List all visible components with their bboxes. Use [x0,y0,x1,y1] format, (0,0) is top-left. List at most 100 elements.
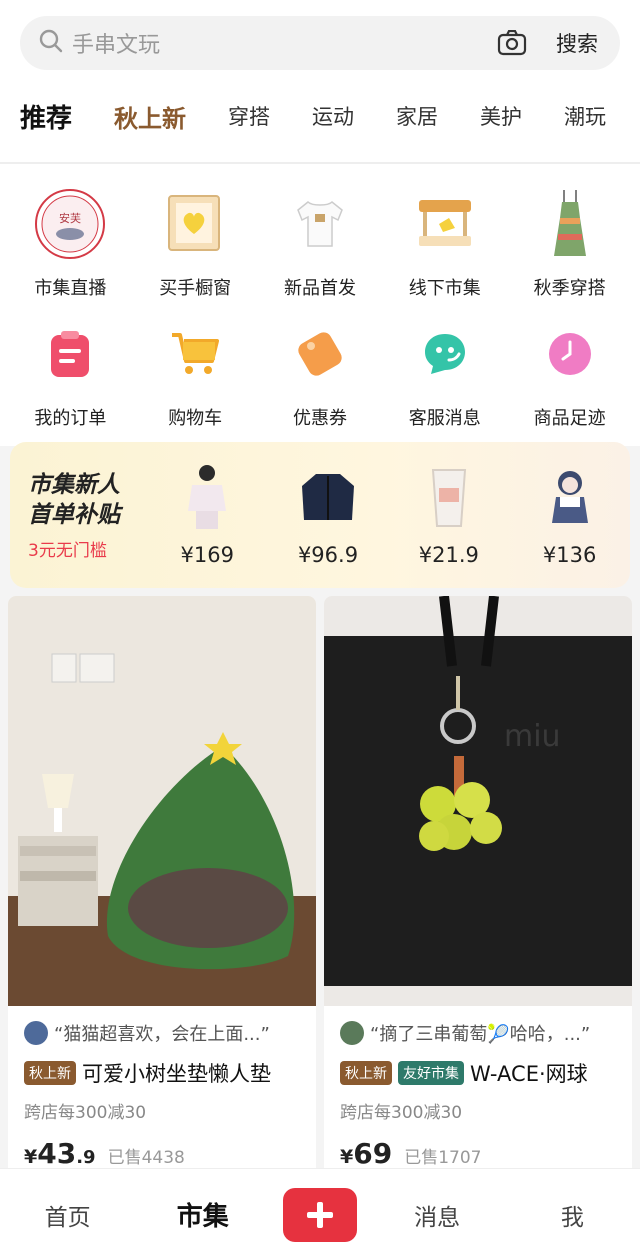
banner-line3: 3元无门槛 [28,540,107,561]
autumn-new-tag: 秋上新 [24,1061,76,1085]
buyer-quote: “摘了三串葡萄🎾哈哈，...” [340,1020,616,1046]
quote-text: “摘了三串葡萄🎾哈哈，...” [370,1024,591,1045]
product-info: “猫猫超喜欢，会在上面...” 秋上新 可爱小树坐垫懒人垫 跨店每300减30 … [8,1006,316,1176]
shortcut-label: 买手橱窗 [159,278,232,299]
banner-price: ¥136 [542,543,597,567]
coupon-icon [282,316,358,392]
newcomer-banner[interactable]: 市集新人 首单补贴 3元无门槛 ¥169 ¥96.9 ¥21.9 ¥136 [10,442,630,588]
shortcut-orders[interactable]: 我的订单 [8,316,133,446]
bottom-nav: 首页 市集 消息 我 [0,1168,640,1260]
tab-outfit[interactable]: 穿搭 [228,101,270,131]
shortcut-label: 优惠券 [292,408,347,429]
order-clipboard-icon [32,316,108,392]
currency-symbol: ¥ [24,1146,38,1168]
banner-line1: 市集新人 [28,471,120,498]
doll-icon [535,463,605,533]
app-page: 手串文玩 搜索 推荐 秋上新 穿搭 运动 家居 美护 潮玩 安芙 市集直播 买手… [0,0,640,1260]
jacket-icon [293,463,363,533]
price-main: 69 [353,1137,393,1170]
svg-text:安芙: 安芙 [59,211,81,225]
top-bar: 手串文玩 搜索 推荐 秋上新 穿搭 运动 家居 美护 潮玩 [0,0,640,162]
search-input[interactable]: 手串文玩 [72,27,494,59]
product-title: W-ACE·网球 [470,1062,588,1086]
title-row: 秋上新 友好市集 W-ACE·网球 [340,1058,616,1088]
tshirt-icon [282,186,358,262]
shortcut-cart[interactable]: 购物车 [133,316,258,446]
hoodie-figure-icon [172,463,242,533]
tab-home[interactable]: 家居 [396,101,438,131]
heart-showcase-icon [157,186,233,262]
camera-icon[interactable] [494,25,530,61]
price-decimal: .9 [76,1147,96,1168]
category-tabs: 推荐 秋上新 穿搭 运动 家居 美护 潮玩 [0,70,640,162]
price-row: ¥ 69 已售1707 [340,1137,616,1170]
product-info: “摘了三串葡萄🎾哈哈，...” 秋上新 友好市集 W-ACE·网球 跨店每300… [324,1006,632,1176]
shortcut-showcase[interactable]: 买手橱窗 [133,186,258,316]
shortcut-footprints[interactable]: 商品足迹 [507,316,632,446]
shortcut-offline-market[interactable]: 线下市集 [382,186,507,316]
title-row: 秋上新 可爱小树坐垫懒人垫 [24,1058,300,1088]
nav-me[interactable]: 我 [517,1198,627,1232]
nav-market[interactable]: 市集 [148,1196,258,1233]
banner-product[interactable]: ¥96.9 [268,463,389,567]
banner-text: 市集新人 首单补贴 3元无门槛 [10,470,147,561]
autumn-new-tag: 秋上新 [340,1061,392,1085]
tab-recommend[interactable]: 推荐 [20,98,72,135]
clock-icon [532,316,608,392]
live-stamp-icon: 安芙 [32,186,108,262]
search-icon [38,28,64,58]
quote-text: “猫猫超喜欢，会在上面...” [54,1024,270,1045]
shortcut-label: 我的订单 [34,408,107,429]
promo-text: 跨店每300减30 [24,1103,147,1123]
shortcut-autumn-outfit[interactable]: 秋季穿搭 [507,186,632,316]
product-feed: “猫猫超喜欢，会在上面...” 秋上新 可爱小树坐垫懒人垫 跨店每300减30 … [8,596,632,1176]
product-title: 可爱小树坐垫懒人垫 [82,1062,271,1086]
product-photo-tennis-keychain: miu [324,596,632,1006]
search-bar[interactable]: 手串文玩 搜索 [20,16,620,70]
shortcut-label: 线下市集 [408,278,481,299]
shortcut-label: 商品足迹 [533,408,606,429]
publish-button[interactable] [282,1187,357,1242]
cart-icon [157,316,233,392]
shortcut-new-release[interactable]: 新品首发 [258,186,383,316]
nav-messages[interactable]: 消息 [382,1198,492,1232]
banner-product[interactable]: ¥169 [147,463,268,567]
promo-text: 跨店每300减30 [340,1103,463,1123]
product-card[interactable]: “猫猫超喜欢，会在上面...” 秋上新 可爱小树坐垫懒人垫 跨店每300减30 … [8,596,316,1176]
banner-product[interactable]: ¥136 [509,463,630,567]
banner-line2: 首单补贴 [28,501,120,528]
shortcut-label: 新品首发 [283,278,356,299]
search-button[interactable]: 搜索 [556,28,598,58]
tab-toys[interactable]: 潮玩 [564,101,606,131]
tab-autumn-new[interactable]: 秋上新 [114,99,186,134]
shortcut-label: 客服消息 [408,408,481,429]
shortcut-grid: 安芙 市集直播 买手橱窗 新品首发 线下市集 秋季穿搭 我的订单 购物车 优惠券… [0,164,640,446]
currency-symbol: ¥ [340,1146,354,1168]
avatar [24,1021,48,1045]
friendly-market-tag: 友好市集 [398,1061,464,1085]
banner-price: ¥21.9 [418,543,479,567]
price-main: 43 [37,1137,77,1170]
product-card[interactable]: miu “摘了三串葡萄🎾哈哈，...” 秋上新 友好市集 W-ACE·网球 跨店… [324,596,632,1176]
avatar [340,1021,364,1045]
product-photo-tree-cushion [8,596,316,1006]
shortcut-service-messages[interactable]: 客服消息 [382,316,507,446]
tab-beauty[interactable]: 美护 [480,101,522,131]
banner-price: ¥169 [180,543,234,567]
tab-sports[interactable]: 运动 [312,101,354,131]
sold-count: 已售1707 [404,1148,482,1168]
banner-price: ¥96.9 [297,543,359,567]
nav-home[interactable]: 首页 [13,1198,123,1232]
shortcut-live[interactable]: 安芙 市集直播 [8,186,133,316]
sold-count: 已售4438 [107,1148,185,1168]
plus-icon [306,1201,333,1228]
market-stall-icon [407,186,483,262]
price-row: ¥ 43 .9 已售4438 [24,1137,300,1170]
shortcut-coupons[interactable]: 优惠券 [258,316,383,446]
banner-product[interactable]: ¥21.9 [388,463,509,567]
shortcut-label: 购物车 [168,408,223,429]
shortcut-label: 市集直播 [34,278,107,299]
dress-icon [532,186,608,262]
chat-icon [407,316,483,392]
svg-text:miu: miu [504,719,561,754]
